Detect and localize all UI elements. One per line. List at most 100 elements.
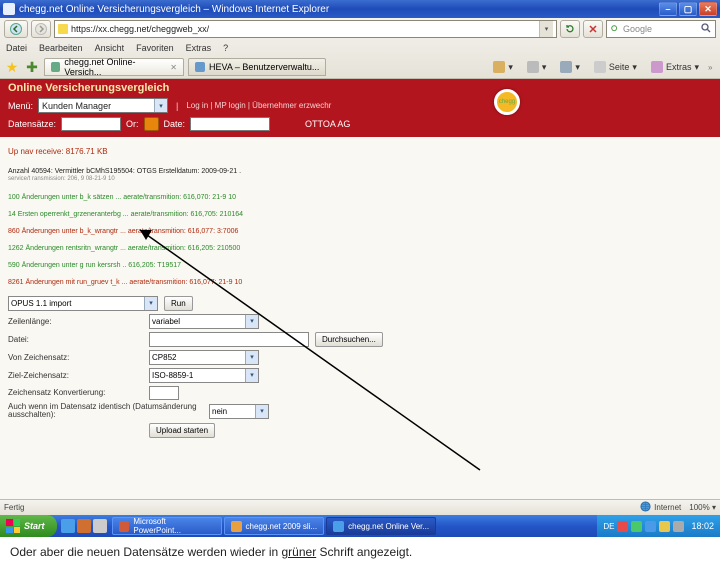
konvertierung-label: Zeichensatz Konvertierung: (8, 388, 143, 397)
globe-icon (640, 501, 651, 514)
data-line: 14 Ersten operrenkt_grzeneranterbg ... a… (8, 211, 712, 218)
address-dropdown-icon[interactable]: ▾ (539, 21, 553, 37)
forward-button[interactable] (31, 20, 51, 38)
refresh-button[interactable] (560, 20, 580, 38)
search-provider-icon (610, 24, 620, 34)
maximize-button[interactable]: ▢ (679, 2, 697, 16)
tab-chegg[interactable]: chegg.net Online-Versich... ✕ (44, 58, 184, 76)
search-label: Datensätze: (8, 119, 56, 129)
print-tool[interactable]: ▾ (555, 59, 585, 75)
content-area: Up nav receive: 8176.71 KB Anzahl 40594:… (0, 137, 720, 499)
company-name: OTTOA AG (305, 119, 350, 129)
ie-icon (333, 521, 344, 532)
tab-close-icon[interactable]: ✕ (170, 63, 177, 72)
start-button[interactable]: Start (0, 515, 57, 537)
task-powerpoint[interactable]: Microsoft PowerPoint... (112, 517, 222, 535)
main-menu-select[interactable]: Kunden Manager ▾ (38, 98, 168, 113)
upload-start-button[interactable]: Upload starten (149, 423, 215, 438)
ziel-zeichensatz-select[interactable]: ISO-8859-1▾ (149, 368, 259, 383)
menu-ansicht[interactable]: Ansicht (95, 43, 125, 53)
upload-form: OPUS 1.1 import▾ Run Zeilenlänge: variab… (8, 296, 712, 439)
tray-icon[interactable] (645, 521, 656, 532)
task-chegg-slides[interactable]: chegg.net 2009 sli... (224, 517, 325, 535)
gear-icon (651, 61, 663, 73)
date-label: Date: (164, 119, 186, 129)
minimize-button[interactable]: – (659, 2, 677, 16)
page-tool[interactable]: Seite ▾ (589, 59, 642, 75)
tray-icon[interactable] (659, 521, 670, 532)
search-icon[interactable] (700, 22, 712, 36)
chevron-right-icon[interactable]: » (708, 63, 716, 72)
firefox-quicklaunch-icon[interactable] (77, 519, 91, 533)
lock-icon (58, 24, 68, 34)
system-tray: DE 18:02 (597, 515, 720, 537)
security-zone[interactable]: Internet (640, 501, 681, 514)
date-input[interactable] (190, 117, 270, 131)
windows-logo-icon (6, 519, 20, 533)
go-button[interactable] (144, 117, 159, 131)
data-line: 8261 Änderungen mit run_gruev t_k ... ae… (8, 279, 712, 286)
address-bar[interactable]: https://xx.chegg.net/cheggweb_xx/ ▾ (54, 20, 557, 38)
feeds-tool[interactable]: ▾ (522, 59, 552, 75)
chegg-badge: chegg (494, 89, 520, 115)
desktop-quicklaunch-icon[interactable] (93, 519, 107, 533)
app-title: Online Versicherungsvergleich (8, 82, 712, 94)
taskbar-clock[interactable]: 18:02 (691, 521, 714, 531)
or-label: Or: (126, 119, 139, 129)
close-button[interactable]: ✕ (699, 2, 717, 16)
menu-label: Menü: (8, 101, 33, 111)
extras-tool[interactable]: Extras ▾ (646, 59, 704, 75)
search-box[interactable]: Google (606, 20, 716, 38)
status-text: Fertig (4, 503, 24, 512)
favorites-star-icon[interactable]: ★ (4, 59, 20, 75)
home-tool[interactable]: ▾ (488, 59, 518, 75)
menu-help[interactable]: ? (223, 43, 228, 53)
home-icon (493, 61, 505, 73)
datei-input[interactable] (149, 332, 309, 347)
tray-icon[interactable] (673, 521, 684, 532)
header-links[interactable]: Log in | MP login | Übernehmer erzwechr (186, 101, 331, 110)
menu-bearbeiten[interactable]: Bearbeiten (39, 43, 83, 53)
chevron-down-icon: ▾ (255, 405, 268, 418)
tray-icon[interactable] (617, 521, 628, 532)
zeilenlange-select[interactable]: variabel▾ (149, 314, 259, 329)
menu-datei[interactable]: Datei (6, 43, 27, 53)
menu-favoriten[interactable]: Favoriten (136, 43, 174, 53)
von-zeichensatz-label: Von Zeichensatz: (8, 353, 143, 362)
chevron-down-icon: ▾ (154, 99, 167, 112)
window-favicon (3, 3, 15, 15)
summary-line: Anzahl 40594: Vermittler bCMhS195504: OT… (8, 168, 712, 176)
data-line: 1262 Änderungen rentsritn_wrangtr ... ae… (8, 245, 712, 252)
print-icon (560, 61, 572, 73)
zoom-control[interactable]: 100% ▾ (689, 503, 716, 512)
auch-identisch-select[interactable]: nein▾ (209, 404, 269, 419)
search-input[interactable] (61, 117, 121, 131)
ie-status-bar: Fertig Internet 100% ▾ (0, 499, 720, 515)
quick-launch (61, 519, 107, 533)
browse-button[interactable]: Durchsuchen... (315, 332, 383, 347)
summary-sub: service/t ransmission: 206, 9 08-21-9 10 (8, 176, 712, 183)
run-button[interactable]: Run (164, 296, 193, 311)
address-text: https://xx.chegg.net/cheggweb_xx/ (71, 24, 536, 34)
von-zeichensatz-select[interactable]: CP852▾ (149, 350, 259, 365)
menu-extras[interactable]: Extras (186, 43, 212, 53)
import-type-select[interactable]: OPUS 1.1 import▾ (8, 296, 158, 311)
auch-identisch-label: Auch wenn im Datensatz identisch (Datums… (8, 403, 203, 421)
upload-info: Up nav receive: 8176.71 KB (8, 147, 712, 156)
data-line: 100 Änderungen unter b_k sätzen ... aera… (8, 194, 712, 201)
window-titlebar: chegg.net Online Versicherungsvergleich … (0, 0, 720, 18)
ziel-zeichensatz-label: Ziel-Zeichensatz: (8, 371, 143, 380)
ie-quicklaunch-icon[interactable] (61, 519, 75, 533)
tab-heva[interactable]: HEVA – Benutzerverwaltu... (188, 58, 326, 76)
caption-underline: grüner (282, 545, 317, 559)
task-ie-chegg[interactable]: chegg.net Online Ver... (326, 517, 436, 535)
stop-button[interactable] (583, 20, 603, 38)
back-button[interactable] (4, 20, 28, 38)
tray-icon[interactable] (631, 521, 642, 532)
window-buttons: – ▢ ✕ (659, 2, 717, 16)
chevron-down-icon: ▾ (144, 297, 157, 310)
lang-indicator[interactable]: DE (603, 522, 614, 531)
add-favorite-icon[interactable]: ✚ (24, 59, 40, 75)
konvertierung-input[interactable] (149, 386, 179, 400)
caption: Oder aber die neuen Datensätze werden wi… (0, 537, 720, 567)
